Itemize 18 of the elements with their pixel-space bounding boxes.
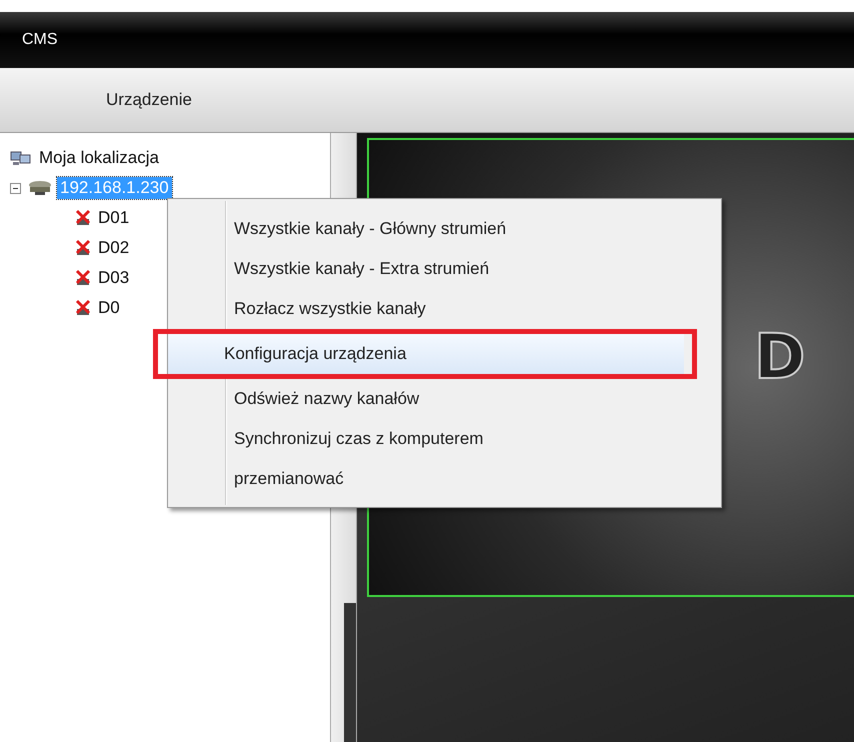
window-title: CMS: [22, 31, 58, 49]
computers-icon: [10, 149, 32, 167]
tree-item[interactable]: Moja lokalizacja: [36, 147, 162, 169]
device-tab[interactable]: Urządzenie: [100, 86, 198, 114]
menu-item[interactable]: przemianować: [168, 459, 721, 499]
menu-item[interactable]: Rozłacz wszystkie kanały: [168, 289, 721, 329]
menu-item[interactable]: Wszystkie kanały - Extra strumień: [168, 249, 721, 289]
tree-item[interactable]: D0: [95, 297, 123, 319]
dvr-icon: [27, 179, 53, 197]
tree-item[interactable]: D01: [95, 207, 132, 229]
menu-item[interactable]: Wszystkie kanały - Główny strumień: [168, 209, 721, 249]
menu-item[interactable]: Konfiguracja urządzenia: [168, 334, 684, 374]
tree-item[interactable]: D02: [95, 237, 132, 259]
collapse-toggle[interactable]: [10, 182, 21, 194]
logo-text: D: [754, 320, 806, 393]
tree-item[interactable]: D03: [95, 267, 132, 289]
menu-item[interactable]: Odśwież nazwy kanałów: [168, 379, 721, 419]
menu-item[interactable]: Synchronizuj czas z komputerem: [168, 419, 721, 459]
